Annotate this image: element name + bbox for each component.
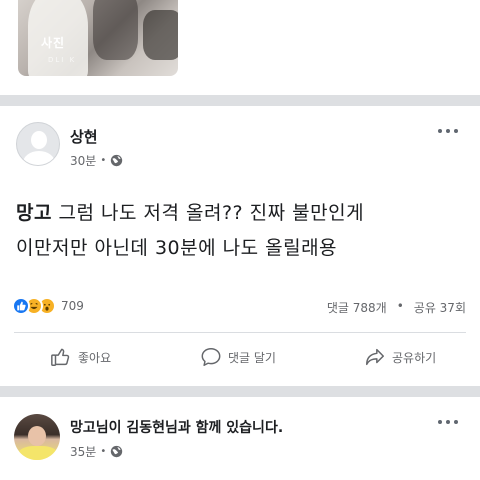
meta-separator: • (100, 155, 107, 166)
avatar-shirt-shape (18, 446, 58, 460)
like-label: 좋아요 (78, 350, 112, 365)
comment-count[interactable]: 댓글 788개 (327, 299, 387, 316)
more-options-icon[interactable] (438, 129, 458, 135)
avatar-face-shape (28, 426, 46, 446)
post-header-line[interactable]: 망고님이 김동현님과 함께 있습니다. (70, 417, 283, 437)
post-card: 상현 30분 • 망고 그럼 나도 저격 올려?? 진짜 불만인게 이만저만 아… (0, 106, 480, 380)
reactions-summary[interactable]: 709 (12, 297, 84, 315)
post-photo[interactable]: 사진 DLI K (18, 0, 178, 76)
share-count[interactable]: 공유 37회 (414, 299, 466, 316)
more-options-icon[interactable] (438, 420, 458, 426)
comment-label: 댓글 달기 (228, 350, 276, 365)
like-button[interactable]: 좋아요 (50, 346, 111, 368)
tagged-name[interactable]: 망고 (16, 202, 52, 224)
post-time[interactable]: 30분 (70, 152, 96, 169)
post-text-line-2: 이만저만 아닌데 30분에 나도 올릴래용 (16, 237, 338, 259)
like-reaction-icon (12, 297, 30, 315)
photo-caption: 사진 (40, 36, 66, 50)
avatar-head-shape (31, 131, 47, 149)
avatar-body-shape (23, 151, 55, 165)
post-meta: 35분 • (70, 443, 123, 460)
share-icon (366, 348, 384, 366)
post-meta: 30분 • (70, 152, 123, 169)
globe-icon (111, 154, 123, 167)
avatar[interactable] (16, 122, 60, 166)
post-text-line-1: 망고 그럼 나도 저격 올려?? 진짜 불만인게 (16, 202, 365, 224)
thumbs-up-icon (51, 348, 70, 366)
share-button[interactable]: 공유하기 (364, 346, 436, 368)
comment-icon (201, 348, 221, 366)
share-label: 공유하기 (392, 350, 437, 365)
photo-figure-right (143, 10, 178, 60)
photo-watermark: DLI K (48, 56, 77, 64)
engagement-counts: 댓글 788개 • 공유 37회 (327, 299, 466, 316)
photo-figure-middle (93, 0, 138, 60)
post-divider (0, 95, 480, 106)
meta-separator: • (100, 446, 107, 457)
comment-button[interactable]: 댓글 달기 (200, 346, 276, 368)
post-divider (0, 386, 480, 397)
reaction-count: 709 (61, 299, 84, 313)
post-time[interactable]: 35분 (70, 443, 96, 460)
count-separator: • (396, 299, 404, 313)
post-card: 망고님이 김동현님과 함께 있습니다. 35분 • (0, 397, 480, 480)
action-bar-divider (14, 332, 466, 333)
author-name[interactable]: 상현 (70, 126, 98, 147)
post-text: 망고 그럼 나도 저격 올려?? 진짜 불만인게 이만저만 아닌데 30분에 나… (16, 196, 364, 266)
globe-icon (111, 445, 123, 458)
avatar[interactable] (14, 414, 60, 460)
